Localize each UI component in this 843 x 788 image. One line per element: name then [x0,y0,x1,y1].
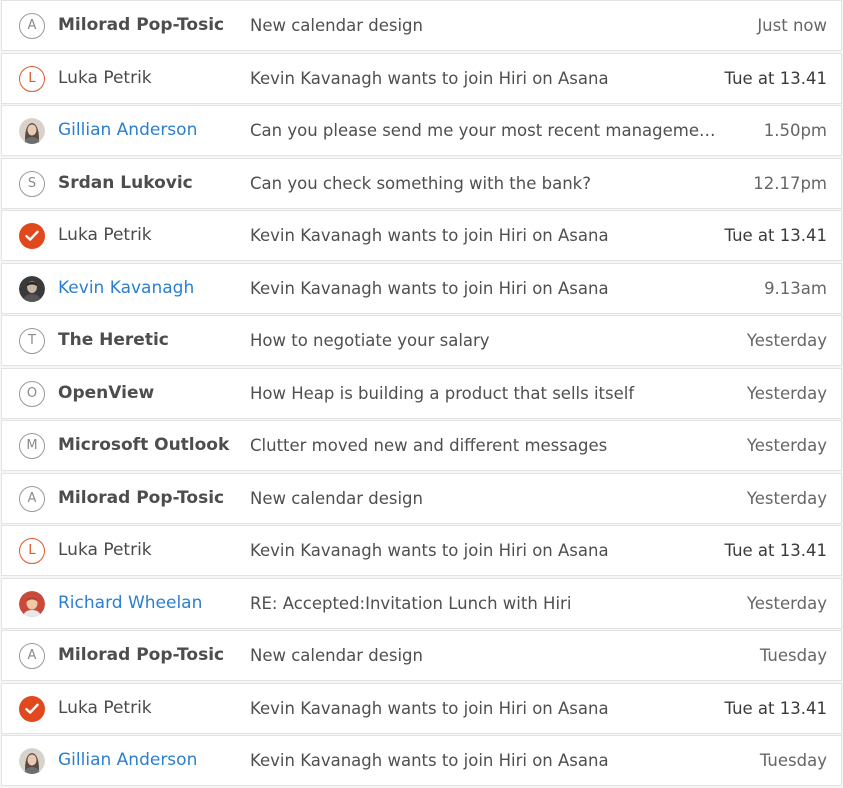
email-time: Yesterday [746,489,827,508]
letter-avatar: O [19,381,45,407]
email-time: Tue at 13.41 [724,69,828,88]
email-subject: New calendar design [250,16,423,35]
sender-name[interactable]: Gillian Anderson [58,736,197,785]
email-time: 1.50pm [763,121,827,140]
sender-name[interactable]: Gillian Anderson [58,106,197,155]
woman-avatar-icon [19,118,45,144]
email-row[interactable]: A Milorad Pop-Tosic New calendar design Yes… [1,473,842,524]
email-row[interactable]: Luka Petrik Kevin Kavanagh wants to join … [1,210,842,261]
email-subject: How to negotiate your salary [250,331,490,350]
email-time: Tuesday [759,751,827,770]
sender-name: Milorad Pop-Tosic [58,15,225,35]
email-row[interactable]: L Luka Petrik Kevin Kavanagh wants to join… [1,53,842,104]
sender-name[interactable]: Kevin Kavanagh [58,264,194,313]
email-subject: Kevin Kavanagh wants to join Hiri on Asa… [250,699,609,718]
sender-name: Luka Petrik [58,540,152,560]
email-time: Tuesday [759,646,827,665]
email-row[interactable]: M Microsoft Outlook Clutter moved new and … [1,420,842,471]
email-time: Yesterday [746,384,827,403]
letter-avatar: T [19,328,45,354]
email-row[interactable]: Richard Wheelan RE: Accepted:Invitation L… [1,578,842,629]
email-row[interactable]: T The Heretic How to negotiate your salary… [1,315,842,366]
letter-avatar: M [19,433,45,459]
woman-avatar-icon [19,748,45,774]
sender-name: Srdan Lukovic [58,173,193,193]
email-row[interactable]: A Milorad Pop-Tosic New calendar design Jus… [1,0,842,51]
email-subject: Can you check something with the bank? [250,174,591,193]
email-time: 12.17pm [753,174,827,193]
email-time: Yesterday [746,331,827,350]
man-avatar-icon [19,276,45,302]
email-subject: How Heap is building a product that sell… [250,384,635,403]
email-time: 9.13am [764,279,827,298]
email-row[interactable]: O OpenView How Heap is building a product … [1,368,842,419]
email-subject: New calendar design [250,646,423,665]
email-row[interactable]: S Srdan Lukovic Can you check something wi… [1,158,842,209]
letter-avatar: A [19,486,45,512]
checkmark-icon [19,696,45,722]
sender-name[interactable]: Richard Wheelan [58,579,202,628]
sender-name: Luka Petrik [58,698,152,718]
sender-name: OpenView [58,383,155,403]
email-subject: Clutter moved new and different messages [250,436,608,455]
email-row[interactable]: L Luka Petrik Kevin Kavanagh wants to join… [1,525,842,576]
sender-name: The Heretic [58,330,169,350]
sender-name: Milorad Pop-Tosic [58,488,225,508]
letter-avatar: A [19,13,45,39]
email-subject: Kevin Kavanagh wants to join Hiri on Asa… [250,541,609,560]
sender-name: Luka Petrik [58,225,152,245]
email-subject: New calendar design [250,489,423,508]
email-time: Yesterday [746,594,827,613]
email-row[interactable]: A Milorad Pop-Tosic New calendar design Tue… [1,630,842,681]
letter-avatar: L [19,538,45,564]
sender-name: Luka Petrik [58,68,152,88]
email-time: Tue at 13.41 [724,699,828,718]
letter-avatar: L [19,66,45,92]
email-time: Just now [757,16,827,35]
email-time: Tue at 13.41 [724,541,828,560]
red-hair-man-avatar-icon [19,591,45,617]
letter-avatar: S [19,171,45,197]
email-subject: Kevin Kavanagh wants to join Hiri on Asa… [250,279,609,298]
email-subject: Kevin Kavanagh wants to join Hiri on Asa… [250,226,609,245]
email-row[interactable]: Kevin Kavanagh Kevin Kavanagh wants to jo… [1,263,842,314]
letter-avatar: A [19,643,45,669]
email-time: Yesterday [746,436,827,455]
checkmark-icon [19,223,45,249]
email-subject: Kevin Kavanagh wants to join Hiri on Asa… [250,69,609,88]
email-list: A Milorad Pop-Tosic New calendar design Jus… [0,0,843,788]
email-subject: Can you please send me your most recent … [250,121,720,140]
email-row[interactable]: Luka Petrik Kevin Kavanagh wants to join … [1,683,842,734]
email-subject: RE: Accepted:Invitation Lunch with Hiri [250,594,572,613]
sender-name: Milorad Pop-Tosic [58,645,225,665]
email-row[interactable]: Gillian Anderson Can you please send me y… [1,105,842,156]
sender-name: Microsoft Outlook [58,435,230,455]
email-subject: Kevin Kavanagh wants to join Hiri on Asa… [250,751,609,770]
email-row[interactable]: Gillian Anderson Kevin Kavanagh wants to … [1,735,842,786]
email-time: Tue at 13.41 [724,226,828,245]
